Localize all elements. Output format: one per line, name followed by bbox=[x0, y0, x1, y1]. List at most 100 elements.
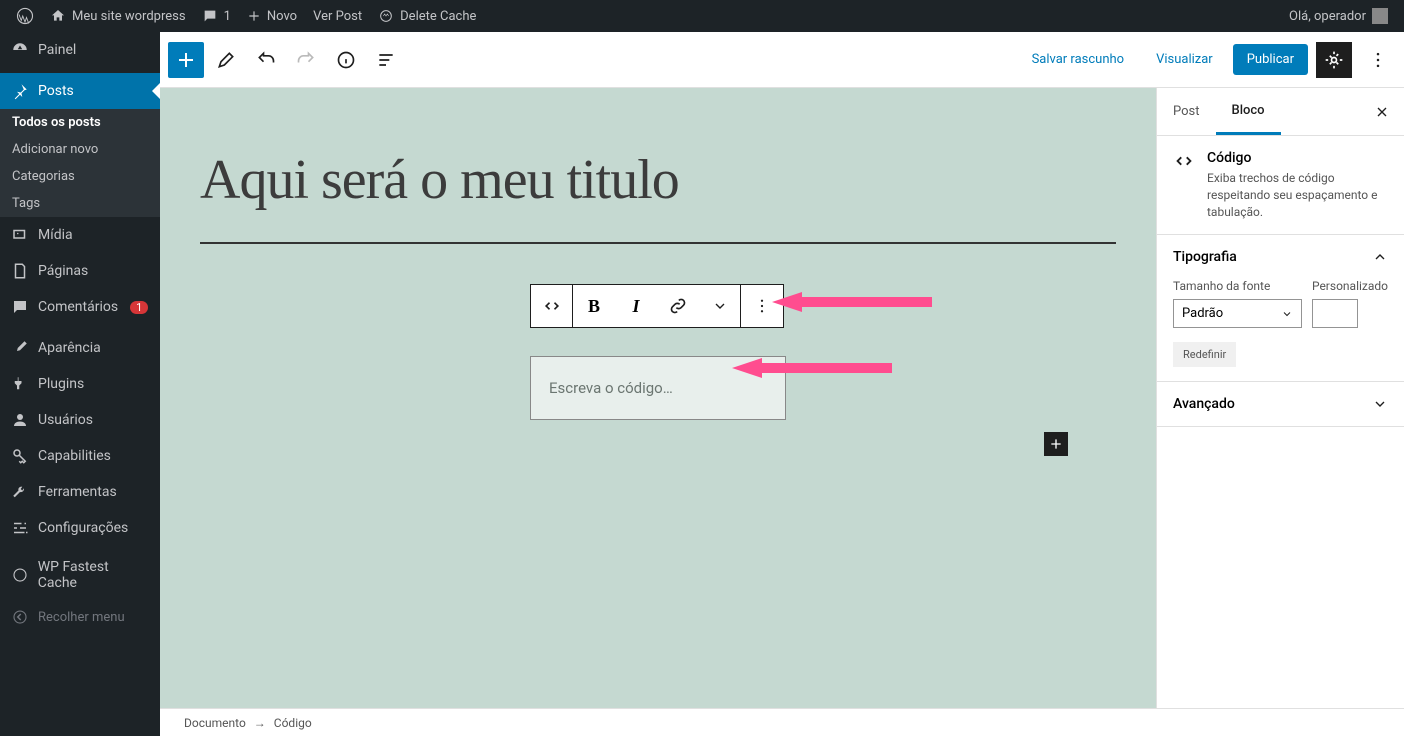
close-panel[interactable] bbox=[1370, 100, 1394, 124]
sidebar-item-collapse[interactable]: Recolher menu bbox=[0, 599, 160, 635]
collapse-icon bbox=[10, 607, 30, 627]
view-post[interactable]: Ver Post bbox=[305, 0, 370, 32]
block-toolbar: B I bbox=[530, 284, 784, 328]
cache-icon bbox=[378, 8, 394, 24]
sidebar-item-tools[interactable]: Ferramentas bbox=[0, 474, 160, 510]
typography-toggle[interactable]: Tipografia bbox=[1173, 249, 1388, 265]
breadcrumb-root[interactable]: Documento bbox=[184, 716, 246, 730]
dashboard-icon bbox=[10, 40, 30, 60]
admin-sidebar: Painel Posts Todos os posts Adicionar no… bbox=[0, 32, 160, 736]
sidebar-item-appearance[interactable]: Aparência bbox=[0, 330, 160, 366]
save-draft-button[interactable]: Salvar rascunho bbox=[1020, 44, 1137, 75]
font-size-select[interactable]: Padrão bbox=[1173, 299, 1302, 328]
sidebar-sub-new-post[interactable]: Adicionar novo bbox=[0, 136, 160, 163]
wrench-icon bbox=[10, 482, 30, 502]
separator-block[interactable] bbox=[200, 242, 1116, 244]
comments-badge: 1 bbox=[130, 301, 148, 314]
post-title[interactable]: Aqui será o meu titulo bbox=[160, 148, 1156, 212]
add-block-button[interactable] bbox=[168, 42, 204, 78]
sidebar-item-wpfc[interactable]: WP Fastest Cache bbox=[0, 551, 160, 599]
sidebar-item-plugins[interactable]: Plugins bbox=[0, 366, 160, 402]
link-icon bbox=[668, 296, 688, 316]
code-icon bbox=[1173, 150, 1195, 220]
tab-post[interactable]: Post bbox=[1157, 90, 1216, 133]
user-greeting[interactable]: Olá, operador bbox=[1281, 0, 1396, 32]
sidebar-item-comments[interactable]: Comentários 1 bbox=[0, 289, 160, 325]
wp-logo[interactable] bbox=[8, 0, 42, 32]
sidebar-sub-tags[interactable]: Tags bbox=[0, 190, 160, 217]
brush-icon bbox=[10, 338, 30, 358]
more-menu[interactable] bbox=[1360, 42, 1396, 78]
page-icon bbox=[10, 261, 30, 281]
dots-vertical-icon bbox=[753, 297, 771, 315]
bold-button[interactable]: B bbox=[573, 285, 615, 327]
info-icon bbox=[336, 50, 356, 70]
comment-icon bbox=[10, 297, 30, 317]
pencil-icon bbox=[216, 50, 236, 70]
user-icon bbox=[10, 410, 30, 430]
sidebar-item-pages[interactable]: Páginas bbox=[0, 253, 160, 289]
chevron-up-icon bbox=[1372, 249, 1388, 265]
block-title: Código bbox=[1207, 150, 1388, 166]
sliders-icon bbox=[10, 518, 30, 538]
font-size-label: Tamanho da fonte bbox=[1173, 279, 1302, 293]
cache-icon bbox=[10, 565, 30, 585]
more-format-button[interactable] bbox=[699, 285, 741, 327]
list-icon bbox=[376, 50, 396, 70]
sidebar-item-capabilities[interactable]: Capabilities bbox=[0, 438, 160, 474]
sidebar-item-settings[interactable]: Configurações bbox=[0, 510, 160, 546]
new-label: Novo bbox=[267, 9, 297, 24]
italic-button[interactable]: I bbox=[615, 285, 657, 327]
editor-canvas[interactable]: Aqui será o meu titulo B I bbox=[160, 88, 1156, 708]
redo-icon bbox=[296, 50, 316, 70]
settings-toggle[interactable] bbox=[1316, 42, 1352, 78]
redo-button[interactable] bbox=[288, 42, 324, 78]
sidebar-sub-all-posts[interactable]: Todos os posts bbox=[0, 109, 160, 136]
dots-vertical-icon bbox=[1368, 50, 1388, 70]
delete-cache[interactable]: Delete Cache bbox=[370, 0, 484, 32]
chevron-down-icon bbox=[1281, 308, 1293, 320]
sidebar-item-media[interactable]: Mídia bbox=[0, 217, 160, 253]
info-button[interactable] bbox=[328, 42, 364, 78]
custom-label: Personalizado bbox=[1312, 279, 1388, 293]
key-icon bbox=[10, 446, 30, 466]
plus-icon bbox=[1048, 436, 1064, 452]
site-link[interactable]: Meu site wordpress bbox=[42, 0, 194, 32]
custom-font-size-input[interactable] bbox=[1312, 299, 1358, 328]
sidebar-item-dashboard[interactable]: Painel bbox=[0, 32, 160, 68]
plus-icon bbox=[247, 9, 261, 23]
advanced-toggle[interactable]: Avançado bbox=[1173, 396, 1388, 412]
editor-toolbar: Salvar rascunho Visualizar Publicar bbox=[160, 32, 1404, 88]
comments-link[interactable]: 1 bbox=[194, 0, 239, 32]
tools-button[interactable] bbox=[208, 42, 244, 78]
home-icon bbox=[50, 8, 66, 24]
preview-button[interactable]: Visualizar bbox=[1144, 44, 1225, 75]
annotation-arrow bbox=[772, 292, 942, 312]
wp-admin-bar: Meu site wordpress 1 Novo Ver Post Delet… bbox=[0, 0, 1404, 32]
sidebar-sub-categories[interactable]: Categorias bbox=[0, 163, 160, 190]
new-content[interactable]: Novo bbox=[239, 0, 305, 32]
block-type-button[interactable] bbox=[531, 285, 573, 327]
site-name-label: Meu site wordpress bbox=[72, 9, 186, 24]
link-button[interactable] bbox=[657, 285, 699, 327]
settings-panel: Post Bloco Código Exiba trechos de códig… bbox=[1156, 88, 1404, 708]
code-placeholder: Escreva o código… bbox=[549, 379, 673, 397]
sidebar-item-users[interactable]: Usuários bbox=[0, 402, 160, 438]
avatar bbox=[1372, 8, 1388, 24]
sidebar-item-posts[interactable]: Posts bbox=[0, 73, 160, 109]
media-icon bbox=[10, 225, 30, 245]
publish-button[interactable]: Publicar bbox=[1233, 44, 1308, 75]
outline-button[interactable] bbox=[368, 42, 404, 78]
undo-button[interactable] bbox=[248, 42, 284, 78]
annotation-arrow bbox=[732, 358, 902, 378]
plugin-icon bbox=[10, 374, 30, 394]
reset-button[interactable]: Redefinir bbox=[1173, 342, 1236, 367]
breadcrumb: Documento → Código bbox=[160, 708, 1404, 736]
breadcrumb-current[interactable]: Código bbox=[274, 716, 312, 730]
tab-block[interactable]: Bloco bbox=[1216, 89, 1281, 135]
undo-icon bbox=[256, 50, 276, 70]
comment-icon bbox=[202, 8, 218, 24]
gear-icon bbox=[1324, 50, 1344, 70]
chevron-down-icon bbox=[712, 298, 728, 314]
add-block-inline[interactable] bbox=[1044, 432, 1068, 456]
